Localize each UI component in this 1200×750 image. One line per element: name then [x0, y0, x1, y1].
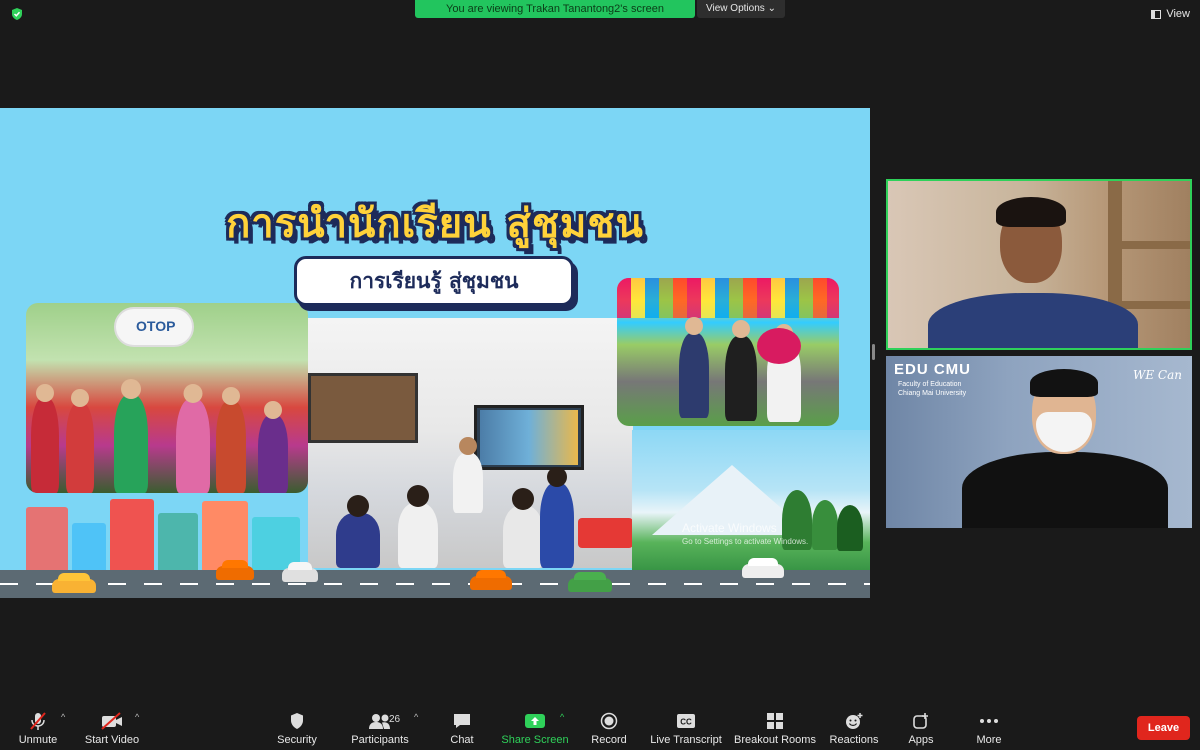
bookshelf-background: [1122, 301, 1190, 309]
watermark-line-1: Activate Windows: [682, 521, 777, 535]
participant-hair: [996, 197, 1066, 227]
record-button[interactable]: Record: [588, 710, 630, 750]
wecan-logo: WE Can: [1133, 368, 1182, 382]
chat-bubble-icon: [454, 714, 470, 728]
participants-button[interactable]: 26 Participants: [348, 710, 412, 750]
activate-windows-watermark: Activate Windows Go to Settings to activ…: [682, 521, 808, 549]
apps-button[interactable]: Apps: [904, 710, 938, 750]
car-illustration: [216, 566, 254, 580]
breakout-rooms-button[interactable]: Breakout Rooms: [734, 710, 816, 750]
leave-meeting-button[interactable]: Leave: [1137, 716, 1190, 740]
view-options-label: View Options: [706, 3, 765, 14]
screen-share-banner: You are viewing Trakan Tanantong2's scre…: [415, 0, 695, 18]
audio-options-caret[interactable]: ^: [61, 712, 65, 722]
chat-label: Chat: [450, 734, 474, 746]
cc-icon-text: CC: [680, 718, 692, 727]
car-illustration: [470, 576, 512, 590]
participant-hair: [1030, 369, 1098, 397]
otop-sign: OTOP: [136, 318, 176, 334]
record-label: Record: [591, 734, 627, 746]
view-button-label: View: [1166, 8, 1190, 20]
panel-resize-handle[interactable]: [872, 344, 875, 360]
reactions-label: Reactions: [829, 734, 879, 746]
city-buildings-illustration: [20, 491, 310, 571]
meeting-toolbar: Unmute ^ Start Video ^ Security 26 Parti…: [0, 704, 1200, 750]
shared-screen-slide[interactable]: OTOP การนำนักเรียน สู่ชุมชน การเรียนรู้ …: [0, 108, 870, 598]
participants-count-badge: 26: [389, 714, 401, 725]
classroom-photo: [308, 318, 633, 568]
view-button[interactable]: View: [1151, 5, 1190, 23]
apps-icon: [913, 713, 928, 729]
security-button[interactable]: Security: [274, 710, 320, 750]
watermark-line-2: Go to Settings to activate Windows.: [682, 537, 809, 546]
share-screen-icon: [525, 714, 545, 728]
participant-video-tile-active-speaker[interactable]: [886, 179, 1192, 350]
slide-subtitle: การเรียนรู้ สู่ชุมชน: [294, 256, 574, 306]
car-illustration: [742, 564, 784, 578]
security-label: Security: [277, 734, 317, 746]
muted-microphone-icon: [30, 712, 46, 730]
chevron-down-icon: ⌄: [767, 3, 776, 14]
security-shield-icon: [291, 713, 303, 729]
participants-label: Participants: [351, 734, 409, 746]
edu-cmu-logo-subtitle: Faculty of Education Chiang Mai Universi…: [898, 380, 966, 398]
slide-title: การนำนักเรียน สู่ชุมชน: [226, 201, 644, 247]
closed-captions-icon: CC: [677, 714, 695, 728]
car-illustration: [52, 579, 96, 593]
view-options-button[interactable]: View Options ⌄: [697, 0, 785, 18]
more-dots-icon: [980, 719, 998, 723]
road-lane-marking: [0, 583, 870, 585]
participants-options-caret[interactable]: ^: [414, 712, 418, 722]
apps-label: Apps: [908, 734, 934, 746]
video-options-caret[interactable]: ^: [135, 712, 139, 722]
live-transcript-label: Live Transcript: [650, 734, 722, 746]
car-illustration: [568, 578, 612, 592]
bookshelf-background: [1122, 241, 1190, 249]
live-transcript-button[interactable]: CC Live Transcript: [648, 710, 724, 750]
edu-cmu-sub-line-2: Chiang Mai University: [898, 390, 967, 397]
car-illustration: [282, 568, 318, 582]
reactions-smiley-icon: [846, 713, 863, 729]
more-label: More: [976, 734, 1002, 746]
unmute-label: Unmute: [18, 734, 58, 746]
reactions-button[interactable]: Reactions: [828, 710, 880, 750]
view-layout-icon: [1151, 9, 1162, 19]
participant-body: [928, 293, 1138, 348]
participant-video-tile[interactable]: EDU CMU Faculty of Education Chiang Mai …: [886, 356, 1192, 528]
edu-cmu-sub-line-1: Faculty of Education: [898, 381, 962, 388]
record-icon: [600, 712, 618, 730]
share-screen-label: Share Screen: [501, 734, 569, 746]
participant-body: [962, 452, 1168, 528]
edu-cmu-logo: EDU CMU: [894, 361, 971, 378]
encryption-shield-icon[interactable]: [10, 7, 24, 21]
zoom-meeting-window: You are viewing Trakan Tanantong2's scre…: [0, 0, 1200, 750]
unmute-button[interactable]: Unmute: [14, 710, 62, 750]
share-options-caret[interactable]: ^: [560, 712, 564, 722]
chat-button[interactable]: Chat: [444, 710, 480, 750]
umbrella-street-photo: [617, 278, 839, 426]
breakout-rooms-label: Breakout Rooms: [734, 734, 816, 746]
festival-photo: OTOP: [26, 303, 308, 493]
more-button[interactable]: More: [972, 710, 1006, 750]
start-video-button[interactable]: Start Video: [82, 710, 142, 750]
start-video-label: Start Video: [84, 734, 140, 746]
breakout-rooms-icon: [767, 713, 783, 729]
video-off-icon: [101, 712, 122, 730]
